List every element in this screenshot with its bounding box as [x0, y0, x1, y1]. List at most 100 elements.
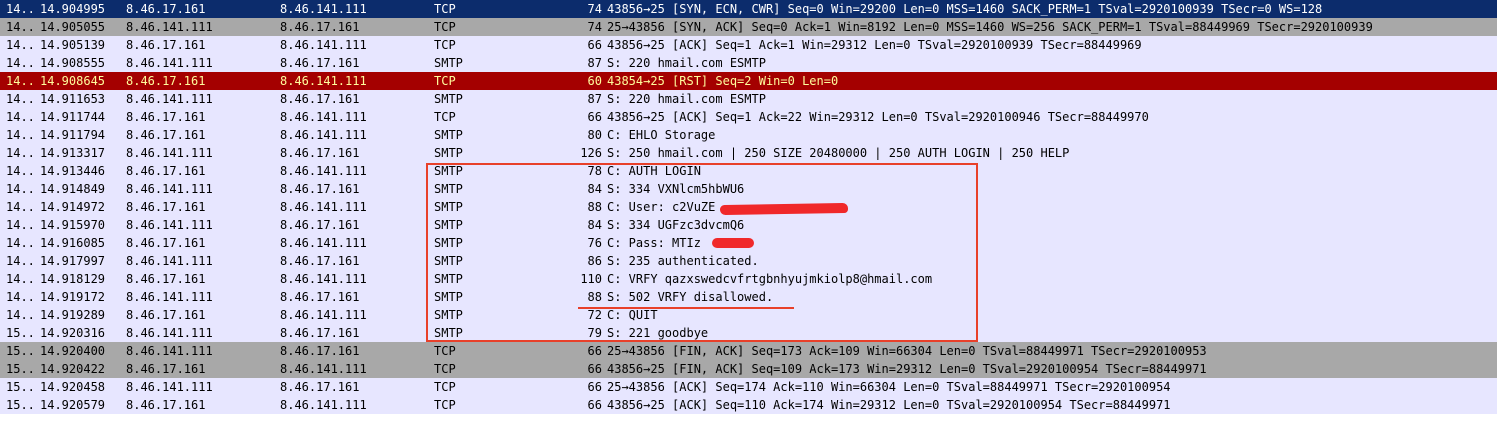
- packet-time: 14.920422: [40, 362, 106, 376]
- packet-source: 8.46.17.161: [126, 308, 206, 322]
- packet-protocol: TCP: [434, 38, 456, 52]
- packet-row[interactable]: 14... 14.908645 8.46.17.161 8.46.141.111 TCP…: [0, 72, 1497, 90]
- packet-number: 14...: [6, 56, 36, 70]
- packet-length: 66: [587, 344, 602, 358]
- packet-destination: 8.46.141.111: [280, 110, 367, 124]
- packet-time: 14.919289: [40, 308, 106, 322]
- packet-info: C: EHLO Storage: [607, 128, 716, 142]
- packet-number: 14...: [6, 110, 36, 124]
- packet-row[interactable]: 14... 14.914972 8.46.17.161 8.46.141.111 SMT…: [0, 198, 1497, 216]
- packet-info: C: Pass: MTIz: [607, 236, 701, 250]
- packet-length: 60: [587, 74, 602, 88]
- packet-time: 14.904995: [40, 2, 106, 16]
- packet-protocol: TCP: [434, 20, 456, 34]
- packet-protocol: TCP: [434, 380, 456, 394]
- packet-length: 86: [587, 254, 602, 268]
- packet-length: 74: [587, 2, 602, 16]
- packet-protocol: SMTP: [434, 308, 463, 322]
- packet-time: 14.915970: [40, 218, 106, 232]
- packet-source: 8.46.17.161: [126, 200, 206, 214]
- packet-row[interactable]: 14... 14.914849 8.46.141.111 8.46.17.161 SMT…: [0, 180, 1497, 198]
- packet-info: S: 221 goodbye: [607, 326, 709, 340]
- packet-length: 66: [587, 398, 602, 412]
- packet-row[interactable]: 14... 14.918129 8.46.17.161 8.46.141.111 SMT…: [0, 270, 1497, 288]
- packet-protocol: SMTP: [434, 56, 463, 70]
- packet-number: 14...: [6, 146, 36, 160]
- packet-number: 14...: [6, 182, 36, 196]
- packet-info: 43856→25 [ACK] Seq=1 Ack=22 Win=29312 Le…: [607, 110, 1149, 124]
- packet-row[interactable]: 14... 14.908555 8.46.141.111 8.46.17.161 SMT…: [0, 54, 1497, 72]
- packet-row[interactable]: 14... 14.904995 8.46.17.161 8.46.141.111 TCP…: [0, 0, 1497, 18]
- packet-time: 14.905055: [40, 20, 106, 34]
- packet-info: S: 334 VXNlcm5hbWU6: [607, 182, 745, 196]
- packet-row[interactable]: 14... 14.913317 8.46.141.111 8.46.17.161 SMT…: [0, 144, 1497, 162]
- packet-protocol: SMTP: [434, 200, 463, 214]
- packet-destination: 8.46.17.161: [280, 218, 360, 232]
- packet-length: 66: [587, 38, 602, 52]
- packet-time: 14.920579: [40, 398, 106, 412]
- packet-destination: 8.46.141.111: [280, 2, 367, 16]
- packet-source: 8.46.141.111: [126, 56, 213, 70]
- packet-info: S: 250 hmail.com | 250 SIZE 20480000 | 2…: [607, 146, 1070, 160]
- packet-number: 14...: [6, 20, 36, 34]
- packet-length: 88: [587, 290, 602, 304]
- packet-row[interactable]: 14... 14.905139 8.46.17.161 8.46.141.111 TCP…: [0, 36, 1497, 54]
- packet-destination: 8.46.141.111: [280, 272, 367, 286]
- packet-list: 14... 14.904995 8.46.17.161 8.46.141.111 TCP…: [0, 0, 1497, 414]
- packet-row[interactable]: 14... 14.919172 8.46.141.111 8.46.17.161 SMT…: [0, 288, 1497, 306]
- packet-row[interactable]: 14... 14.915970 8.46.141.111 8.46.17.161 SMT…: [0, 216, 1497, 234]
- packet-destination: 8.46.141.111: [280, 128, 367, 142]
- packet-row[interactable]: 14... 14.911794 8.46.17.161 8.46.141.111 SMT…: [0, 126, 1497, 144]
- packet-source: 8.46.141.111: [126, 182, 213, 196]
- packet-destination: 8.46.17.161: [280, 380, 360, 394]
- packet-number: 14...: [6, 236, 36, 250]
- packet-source: 8.46.17.161: [126, 236, 206, 250]
- packet-row[interactable]: 15... 14.920400 8.46.141.111 8.46.17.161 TCP…: [0, 342, 1497, 360]
- packet-protocol: SMTP: [434, 128, 463, 142]
- packet-row[interactable]: 14... 14.919289 8.46.17.161 8.46.141.111 SMT…: [0, 306, 1497, 324]
- packet-protocol: SMTP: [434, 254, 463, 268]
- packet-number: 14...: [6, 290, 36, 304]
- packet-number: 14...: [6, 308, 36, 322]
- packet-number: 14...: [6, 38, 36, 52]
- packet-info: C: VRFY qazxswedcvfrtgbnhyujmkiolp8@hmai…: [607, 272, 933, 286]
- packet-info: 43856→25 [ACK] Seq=1 Ack=1 Win=29312 Len…: [607, 38, 1142, 52]
- packet-time: 14.918129: [40, 272, 106, 286]
- packet-source: 8.46.141.111: [126, 218, 213, 232]
- packet-row[interactable]: 15... 14.920579 8.46.17.161 8.46.141.111 TCP…: [0, 396, 1497, 414]
- packet-length: 79: [587, 326, 602, 340]
- packet-info: C: AUTH LOGIN: [607, 164, 701, 178]
- packet-protocol: TCP: [434, 362, 456, 376]
- packet-row[interactable]: 15... 14.920458 8.46.141.111 8.46.17.161 TCP…: [0, 378, 1497, 396]
- packet-info: 25→43856 [ACK] Seq=174 Ack=110 Win=66304…: [607, 380, 1171, 394]
- packet-info: S: 220 hmail.com ESMTP: [607, 92, 766, 106]
- packet-info: 43856→25 [FIN, ACK] Seq=109 Ack=173 Win=…: [607, 362, 1207, 376]
- packet-destination: 8.46.17.161: [280, 290, 360, 304]
- packet-protocol: SMTP: [434, 272, 463, 286]
- packet-length: 78: [587, 164, 602, 178]
- packet-source: 8.46.141.111: [126, 380, 213, 394]
- packet-row[interactable]: 14... 14.911653 8.46.141.111 8.46.17.161 SMT…: [0, 90, 1497, 108]
- packet-row[interactable]: 14... 14.917997 8.46.141.111 8.46.17.161 SMT…: [0, 252, 1497, 270]
- packet-row[interactable]: 14... 14.911744 8.46.17.161 8.46.141.111 TCP…: [0, 108, 1497, 126]
- packet-length: 80: [587, 128, 602, 142]
- packet-row[interactable]: 15... 14.920422 8.46.17.161 8.46.141.111 TCP…: [0, 360, 1497, 378]
- packet-source: 8.46.141.111: [126, 146, 213, 160]
- packet-source: 8.46.141.111: [126, 326, 213, 340]
- packet-row[interactable]: 14... 14.905055 8.46.141.111 8.46.17.161 TCP…: [0, 18, 1497, 36]
- packet-time: 14.908645: [40, 74, 106, 88]
- packet-time: 14.911744: [40, 110, 106, 124]
- packet-row[interactable]: 15... 14.920316 8.46.141.111 8.46.17.161 SMT…: [0, 324, 1497, 342]
- packet-number: 14...: [6, 218, 36, 232]
- packet-length: 66: [587, 110, 602, 124]
- packet-number: 15...: [6, 326, 36, 340]
- packet-number: 14...: [6, 254, 36, 268]
- packet-row[interactable]: 14... 14.913446 8.46.17.161 8.46.141.111 SMT…: [0, 162, 1497, 180]
- packet-protocol: TCP: [434, 2, 456, 16]
- packet-row[interactable]: 14... 14.916085 8.46.17.161 8.46.141.111 SMT…: [0, 234, 1497, 252]
- packet-number: 14...: [6, 128, 36, 142]
- packet-time: 14.908555: [40, 56, 106, 70]
- packet-destination: 8.46.141.111: [280, 200, 367, 214]
- packet-protocol: TCP: [434, 344, 456, 358]
- packet-number: 15...: [6, 398, 36, 412]
